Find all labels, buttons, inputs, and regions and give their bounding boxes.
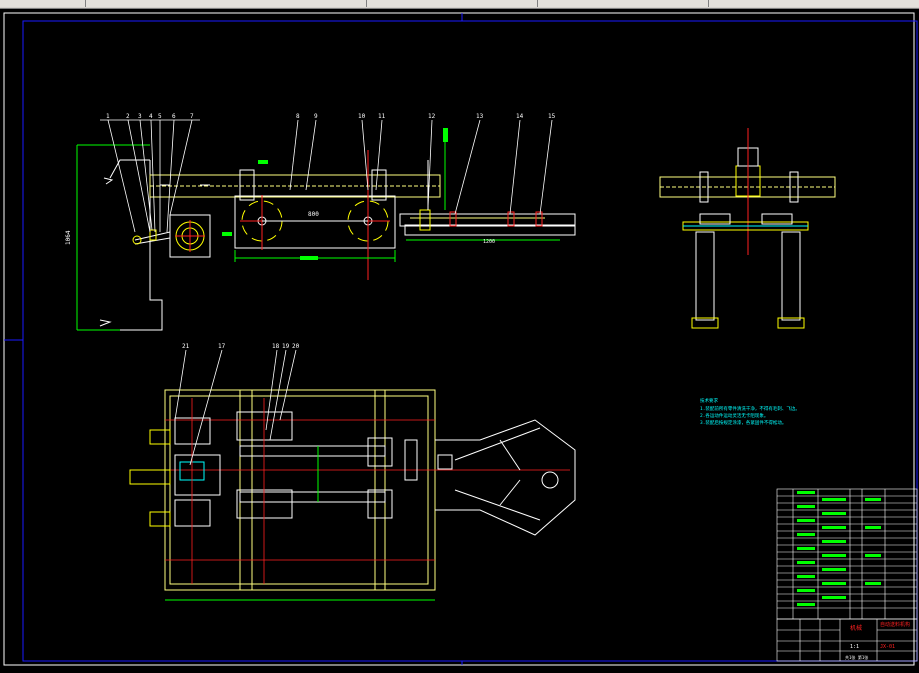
- toolbar-segment[interactable]: [538, 0, 709, 7]
- plan-view: 21 17 18 19 20: [129, 343, 576, 601]
- title-scale: 1:1: [850, 644, 859, 650]
- callout-6: 6: [172, 113, 176, 120]
- title-drawing-no: JX-01: [880, 644, 895, 650]
- callout-13: 13: [476, 113, 484, 120]
- callout-2: 2: [126, 113, 130, 120]
- callout-10: 10: [358, 113, 366, 120]
- toolbar-segment[interactable]: [86, 0, 367, 7]
- callout-21: 21: [182, 343, 190, 350]
- callout-1: 1: [106, 113, 110, 120]
- callout-4: 4: [149, 113, 153, 120]
- callout-18: 18: [272, 343, 280, 350]
- callout-12: 12: [428, 113, 436, 120]
- toolbar-segment[interactable]: [709, 0, 919, 7]
- technical-notes: 技术要求 1.装配前所有零件清洗干净，不得有毛刺、飞边。 2.各运动件运动灵活无…: [700, 397, 800, 426]
- front-elevation-view: 1064 800 1200 1 2 3 4 5 6 7 8 9 10 11 12…: [65, 113, 576, 331]
- callout-9: 9: [314, 113, 318, 120]
- callout-15: 15: [548, 113, 556, 120]
- cylinder-rod: [399, 213, 576, 227]
- callout-3: 3: [138, 113, 142, 120]
- dim-center-label: 800: [308, 211, 319, 218]
- title-company: 机械: [850, 624, 862, 632]
- callout-20: 20: [292, 343, 300, 350]
- callout-11: 11: [378, 113, 386, 120]
- title-drawing-name: 自动送料机构: [880, 621, 910, 628]
- callout-8: 8: [296, 113, 300, 120]
- central-plate: [234, 195, 396, 249]
- callout-17: 17: [218, 343, 226, 350]
- side-elevation-view: [659, 128, 836, 329]
- dim-vertical-label: 1064: [65, 230, 72, 245]
- tech-notes-title: 技术要求: [700, 397, 718, 404]
- tech-note-3: 3.装配后按规定涂漆，各紧固件不得松动。: [700, 419, 786, 426]
- bom-fill: [797, 491, 881, 606]
- cad-drawing-svg: 1064 800 1200 1 2 3 4 5 6 7 8 9 10 11 12…: [3, 12, 918, 666]
- parts-list: [776, 488, 918, 620]
- tech-note-2: 2.各运动件运动灵活无卡阻现象。: [700, 412, 768, 419]
- callout-19: 19: [282, 343, 290, 350]
- tech-note-1: 1.装配前所有零件清洗干净，不得有毛刺、飞边。: [700, 405, 800, 412]
- callout-14: 14: [516, 113, 524, 120]
- outer-frame: [3, 12, 915, 666]
- toolbar-segment[interactable]: [367, 0, 538, 7]
- toolbar-segment[interactable]: [0, 0, 86, 7]
- callout-5: 5: [158, 113, 162, 120]
- dim-lower-label: 1200: [483, 239, 495, 245]
- title-sheet: 共1张 第1张: [845, 654, 868, 660]
- callout-7: 7: [190, 113, 194, 120]
- cad-drawing-canvas[interactable]: 1064 800 1200 1 2 3 4 5 6 7 8 9 10 11 12…: [0, 8, 919, 669]
